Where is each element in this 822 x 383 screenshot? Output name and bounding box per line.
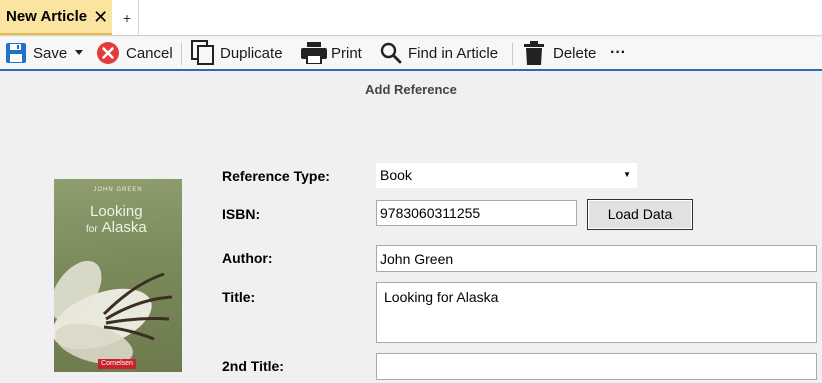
cover-author: JOHN GREEN — [93, 187, 143, 193]
author-field[interactable] — [376, 245, 817, 272]
duplicate-button[interactable]: Duplicate — [191, 37, 283, 69]
find-label: Find in Article — [408, 44, 499, 62]
cover-title: Looking — [90, 203, 143, 220]
second-title-label: 2nd Title: — [222, 358, 284, 374]
search-icon — [380, 42, 402, 64]
add-tab-icon[interactable]: + — [120, 10, 134, 26]
title-field[interactable]: Looking for Alaska — [376, 282, 817, 343]
find-in-article-button[interactable]: Find in Article — [380, 37, 498, 69]
tab-label: New Article — [6, 8, 88, 25]
load-data-button[interactable]: Load Data — [587, 199, 693, 230]
divider — [138, 0, 139, 35]
trash-icon — [524, 41, 544, 65]
second-title-field[interactable] — [376, 353, 817, 380]
printer-icon — [301, 42, 327, 64]
reference-type-value: Book — [380, 167, 412, 183]
cancel-button[interactable]: Cancel — [96, 37, 173, 69]
author-label: Author: — [222, 250, 273, 266]
tab-strip: New Article ✕ + — [0, 0, 822, 36]
floppy-disk-icon — [5, 42, 27, 64]
publisher-logo: Cornelsen — [98, 359, 136, 369]
reference-type-select[interactable]: Book ▼ — [376, 163, 637, 188]
delete-label: Delete — [553, 44, 597, 62]
isbn-field[interactable] — [376, 200, 577, 226]
duplicate-icon — [191, 40, 215, 66]
toolbar: Save Cancel Duplicate Print Find in Arti… — [0, 37, 822, 71]
title-label: Title: — [222, 289, 256, 305]
chevron-down-icon: ▼ — [623, 170, 631, 179]
book-cover-image: JOHN GREEN Looking for Alaska Cornelsen — [54, 179, 182, 372]
print-button[interactable]: Print — [301, 37, 362, 69]
more-icon: ··· — [610, 44, 626, 61]
print-label: Print — [331, 44, 362, 62]
save-label: Save — [33, 44, 68, 62]
tab-new-article[interactable]: New Article ✕ — [0, 0, 112, 35]
cancel-label: Cancel — [126, 44, 173, 62]
divider — [512, 43, 513, 65]
save-button[interactable]: Save — [5, 37, 84, 69]
reference-type-label: Reference Type: — [222, 168, 330, 184]
cover-title-line2: for Alaska — [86, 219, 147, 236]
delete-button[interactable]: Delete — [524, 37, 596, 69]
isbn-label: ISBN: — [222, 206, 261, 222]
divider — [181, 43, 182, 65]
chevron-down-icon[interactable] — [75, 50, 84, 56]
duplicate-label: Duplicate — [220, 44, 283, 62]
close-icon[interactable]: ✕ — [93, 8, 108, 26]
cancel-icon — [96, 41, 120, 65]
page-title: Add Reference — [365, 82, 457, 97]
more-options-button[interactable]: ··· — [610, 37, 626, 69]
